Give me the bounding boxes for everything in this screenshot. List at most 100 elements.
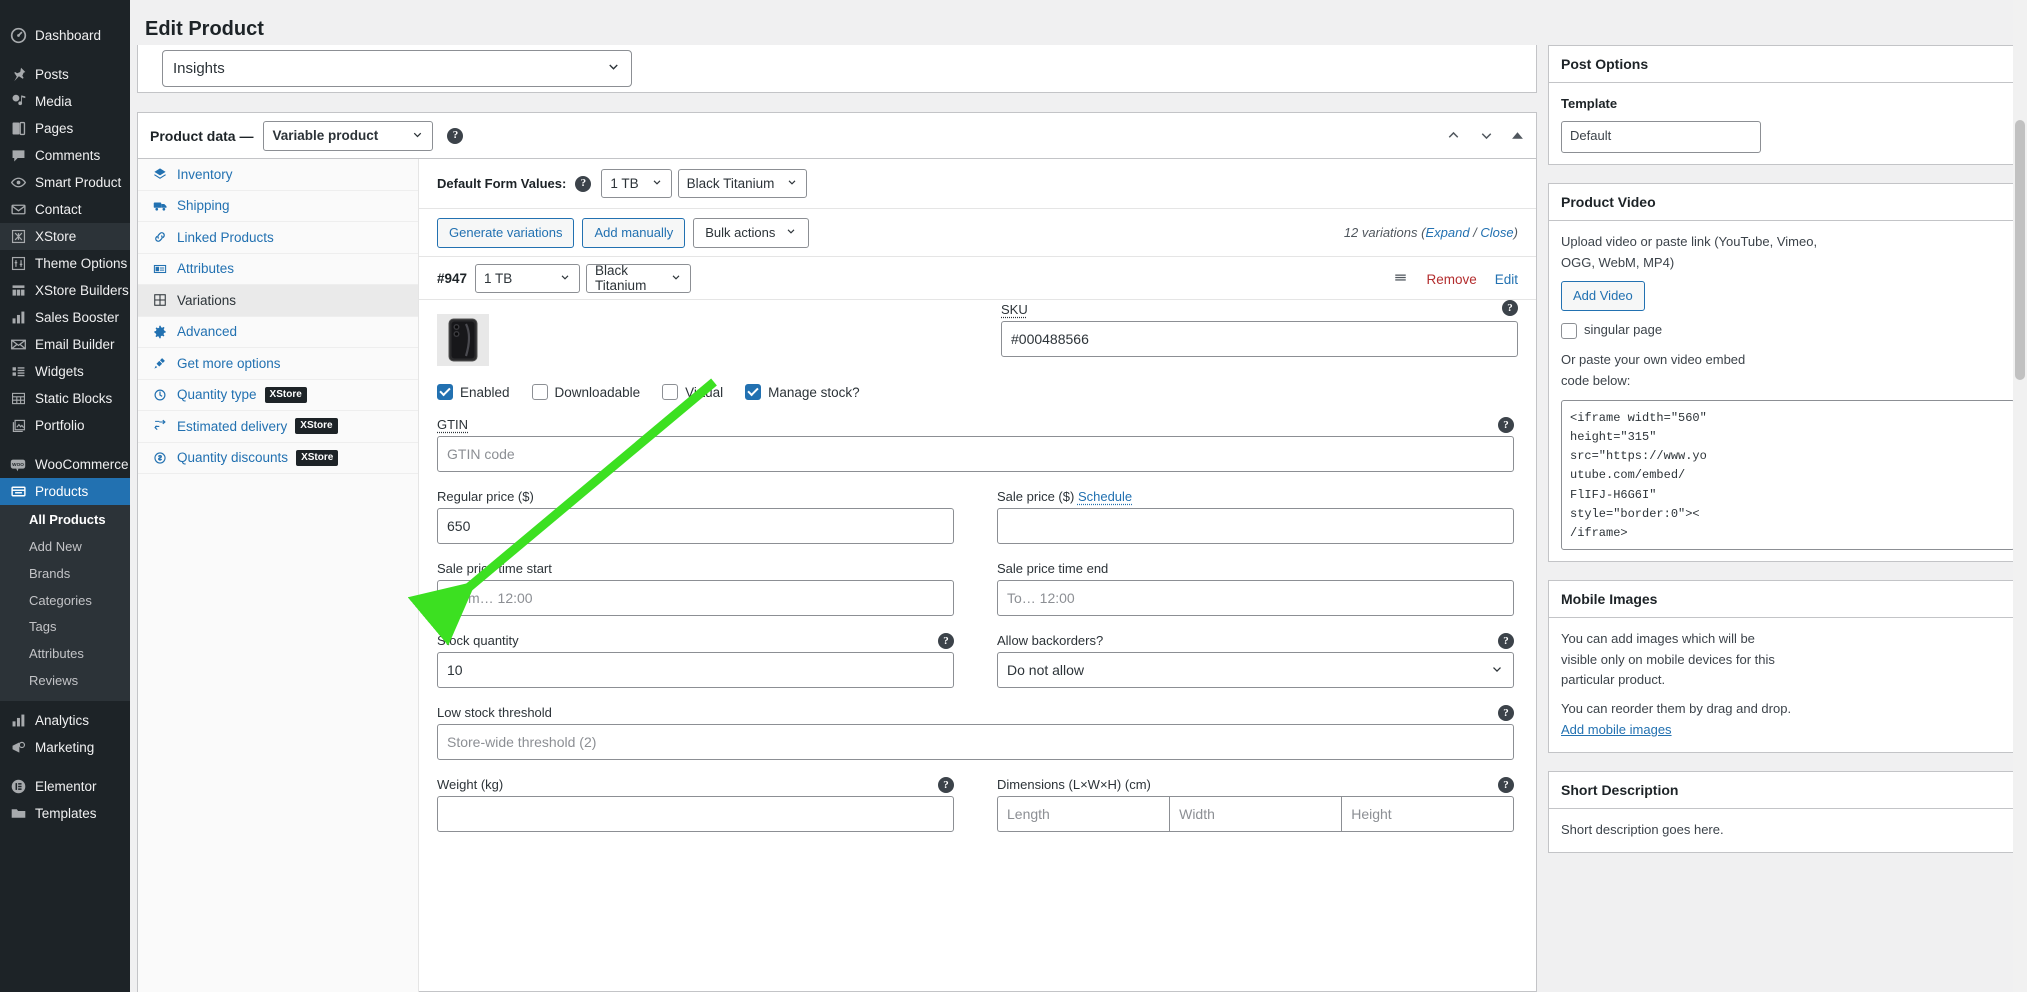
sidebar-item-label: Marketing	[35, 739, 95, 755]
sidebar-item-sales-booster[interactable]: Sales Booster	[0, 304, 130, 331]
sale-price-input[interactable]	[997, 508, 1514, 544]
submenu-item-reviews[interactable]: Reviews	[0, 668, 130, 695]
tab-attributes[interactable]: Attributes	[138, 254, 418, 285]
insights-select[interactable]: Insights	[162, 50, 632, 87]
quantity-icon	[152, 388, 168, 402]
sidebar-item-posts[interactable]: Posts	[0, 61, 130, 88]
help-tip-icon[interactable]: ?	[1498, 417, 1514, 433]
sidebar-item-dashboard[interactable]: Dashboard	[0, 22, 130, 49]
sidebar-item-woocommerce[interactable]: WOO WooCommerce	[0, 451, 130, 478]
bulk-actions-select[interactable]: Bulk actions	[693, 217, 810, 248]
close-link[interactable]: Close	[1480, 225, 1513, 240]
page-scrollbar[interactable]	[2013, 0, 2027, 992]
tab-shipping[interactable]: Shipping	[138, 191, 418, 222]
move-down-button[interactable]	[1478, 127, 1495, 147]
stock-quantity-input[interactable]: 10	[437, 652, 954, 688]
sidebar-item-analytics[interactable]: Analytics	[0, 707, 130, 734]
tab-get-more-options[interactable]: Get more options	[138, 348, 418, 380]
sidebar-item-widgets[interactable]: Widgets	[0, 358, 130, 385]
sidebar-item-pages[interactable]: Pages	[0, 115, 130, 142]
tab-quantity-discounts[interactable]: Quantity discounts XStore	[138, 443, 418, 474]
sidebar-item-contact[interactable]: Contact	[0, 196, 130, 223]
height-input[interactable]: Height	[1341, 796, 1515, 832]
sidebar-item-marketing[interactable]: Marketing	[0, 734, 130, 761]
sale-start-input[interactable]: From… 12:00	[437, 580, 954, 616]
low-stock-input[interactable]: Store-wide threshold (2)	[437, 724, 1514, 760]
variation-capacity-select[interactable]: 1 TB	[475, 263, 581, 293]
tab-inventory[interactable]: Inventory	[138, 159, 418, 191]
backorders-select[interactable]: Do not allow	[997, 652, 1514, 688]
remove-variation-link[interactable]: Remove	[1426, 272, 1476, 287]
submenu-item-add-new[interactable]: Add New	[0, 534, 130, 561]
tab-advanced[interactable]: Advanced	[138, 317, 418, 348]
enabled-checkbox[interactable]: Enabled	[437, 384, 510, 400]
singular-page-checkbox[interactable]	[1561, 322, 1577, 339]
gtin-input[interactable]: GTIN code	[437, 436, 1514, 472]
sidebar-item-smart-product[interactable]: Smart Product	[0, 169, 130, 196]
low-stock-threshold-field: ? Low stock threshold Store-wide thresho…	[437, 705, 1514, 760]
sidebar-item-static-blocks[interactable]: Static Blocks	[0, 385, 130, 412]
submenu-item-tags[interactable]: Tags	[0, 614, 130, 641]
submenu-item-categories[interactable]: Categories	[0, 588, 130, 615]
help-tip-icon[interactable]: ?	[1502, 300, 1518, 316]
manage-stock-checkbox[interactable]: Manage stock?	[745, 384, 860, 400]
help-tip-icon[interactable]: ?	[938, 633, 954, 649]
grid-icon	[152, 293, 168, 307]
default-color-select[interactable]: Black Titanium	[677, 169, 808, 198]
help-tip-icon[interactable]: ?	[447, 127, 464, 144]
expand-link[interactable]: Expand	[1425, 225, 1469, 240]
sidebar-item-products[interactable]: Products	[0, 478, 130, 505]
sidebar-item-theme-options[interactable]: Theme Options	[0, 250, 130, 277]
product-type-select[interactable]: Variable product	[263, 120, 434, 151]
variation-image[interactable]	[437, 314, 489, 366]
sidebar-item-templates[interactable]: Templates	[0, 800, 130, 827]
scrollbar-thumb[interactable]	[2015, 120, 2025, 380]
submenu-item-all-products[interactable]: All Products	[0, 507, 130, 534]
attributes-icon	[152, 262, 168, 276]
submenu-item-attributes[interactable]: Attributes	[0, 641, 130, 668]
help-tip-icon[interactable]: ?	[938, 777, 954, 793]
help-tip-icon[interactable]: ?	[1498, 633, 1514, 649]
sidebar-item-media[interactable]: Media	[0, 88, 130, 115]
add-video-button[interactable]: Add Video	[1561, 281, 1645, 312]
move-up-button[interactable]	[1445, 127, 1462, 147]
width-input[interactable]: Width	[1169, 796, 1342, 832]
toggle-panel-button[interactable]	[1511, 129, 1524, 145]
drag-handle-icon[interactable]	[1393, 270, 1408, 289]
downloadable-checkbox[interactable]: Downloadable	[531, 384, 640, 400]
sidebar-item-email-builder[interactable]: Email Builder	[0, 331, 130, 358]
weight-input[interactable]	[437, 796, 954, 832]
sidebar-item-xstore-builders[interactable]: XStore Builders	[0, 277, 130, 304]
virtual-checkbox[interactable]: Virtual	[662, 384, 723, 400]
edit-variation-link[interactable]: Edit	[1495, 272, 1518, 287]
sidebar-item-portfolio[interactable]: Portfolio	[0, 412, 130, 439]
submenu-item-brands[interactable]: Brands	[0, 561, 130, 588]
schedule-link[interactable]: Schedule	[1078, 489, 1132, 504]
tab-quantity-type[interactable]: Quantity type XStore	[138, 380, 418, 411]
template-select[interactable]: Default	[1561, 120, 1761, 153]
sidebar-item-elementor[interactable]: Elementor	[0, 773, 130, 800]
help-tip-icon[interactable]: ?	[1498, 705, 1514, 721]
add-manually-button[interactable]: Add manually	[582, 217, 686, 248]
regular-price-value: 650	[447, 518, 471, 534]
help-tip-icon[interactable]: ?	[575, 175, 592, 192]
sale-end-input[interactable]: To… 12:00	[997, 580, 1514, 616]
delivery-icon	[152, 419, 168, 433]
default-capacity-select[interactable]: 1 TB	[601, 169, 672, 198]
tab-variations[interactable]: Variations	[138, 285, 418, 317]
generate-variations-button[interactable]: Generate variations	[437, 217, 575, 248]
length-input[interactable]: Length	[997, 796, 1170, 832]
help-tip-icon[interactable]: ?	[1498, 777, 1514, 793]
chevron-down-icon	[411, 128, 424, 144]
product-data-tabs: Inventory Shipping Linked Products Attri…	[138, 159, 419, 992]
tab-linked-products[interactable]: Linked Products	[138, 222, 418, 254]
video-embed-code[interactable]: <iframe width="560" height="315" src="ht…	[1561, 399, 2015, 550]
sku-label: SKU	[1001, 302, 1028, 317]
sidebar-item-comments[interactable]: Comments	[0, 142, 130, 169]
add-mobile-images-link[interactable]: Add mobile images	[1561, 722, 1672, 737]
sku-input[interactable]: #000488566	[1001, 321, 1518, 357]
variation-color-select[interactable]: Black Titanium	[586, 263, 692, 293]
regular-price-input[interactable]: 650	[437, 508, 954, 544]
sidebar-item-xstore[interactable]: XStore	[0, 223, 130, 250]
tab-estimated-delivery[interactable]: Estimated delivery XStore	[138, 411, 418, 443]
